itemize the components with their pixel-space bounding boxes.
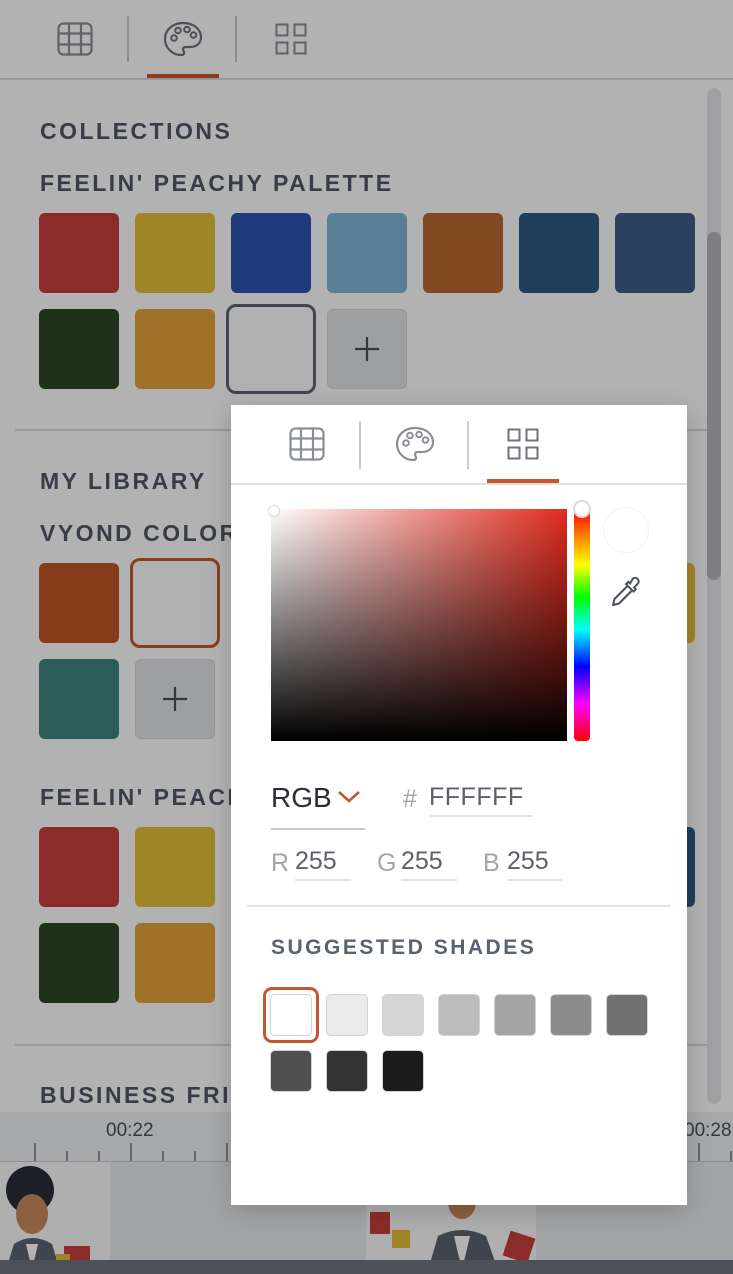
tab-palette[interactable]	[379, 405, 451, 483]
blue-input[interactable]: 255	[507, 847, 563, 881]
green-input[interactable]: 255	[401, 847, 457, 881]
shade-swatch[interactable]	[382, 994, 424, 1036]
tab-separator	[359, 421, 361, 469]
hex-input[interactable]: FFFFFF	[429, 783, 533, 817]
eyedropper-button[interactable]	[609, 575, 643, 609]
swatches-icon	[507, 428, 539, 460]
red-input[interactable]: 255	[295, 847, 351, 881]
shade-swatch[interactable]	[438, 994, 480, 1036]
grid-icon	[289, 427, 325, 461]
saturation-handle[interactable]	[269, 506, 279, 516]
shade-swatch[interactable]	[606, 994, 648, 1036]
section-divider	[247, 905, 671, 907]
shade-swatch[interactable]	[550, 994, 592, 1036]
blue-label: B	[483, 849, 500, 877]
tab-separator	[467, 421, 469, 469]
eyedropper-icon	[612, 576, 640, 606]
color-preview-circle	[603, 507, 649, 553]
picker-tab-bar	[231, 405, 687, 485]
tab-swatches[interactable]	[487, 405, 559, 483]
shade-swatch[interactable]	[382, 1050, 424, 1092]
green-label: G	[377, 849, 397, 877]
tab-grid[interactable]	[271, 405, 343, 483]
color-mode-label: RGB	[271, 782, 332, 813]
active-tab-indicator	[487, 479, 559, 483]
shade-swatch[interactable]	[326, 994, 368, 1036]
suggested-shades-heading: SUGGESTED SHADES	[271, 936, 537, 959]
palette-icon	[395, 426, 435, 462]
hue-slider-handle[interactable]	[573, 500, 591, 518]
color-picker-popup: RGB # FFFFFF R 255 G 255 B 255 SUGGESTED…	[231, 405, 687, 1205]
saturation-value-area[interactable]	[271, 509, 567, 741]
hex-hash-label: #	[403, 785, 417, 813]
shade-swatch[interactable]	[270, 1050, 312, 1092]
shade-swatch[interactable]	[494, 994, 536, 1036]
color-mode-dropdown[interactable]: RGB	[271, 780, 365, 830]
hue-slider[interactable]	[574, 509, 590, 741]
shade-swatch[interactable]	[326, 1050, 368, 1092]
red-label: R	[271, 849, 290, 877]
chevron-down-icon	[338, 791, 360, 803]
shade-swatch[interactable]	[270, 994, 312, 1036]
